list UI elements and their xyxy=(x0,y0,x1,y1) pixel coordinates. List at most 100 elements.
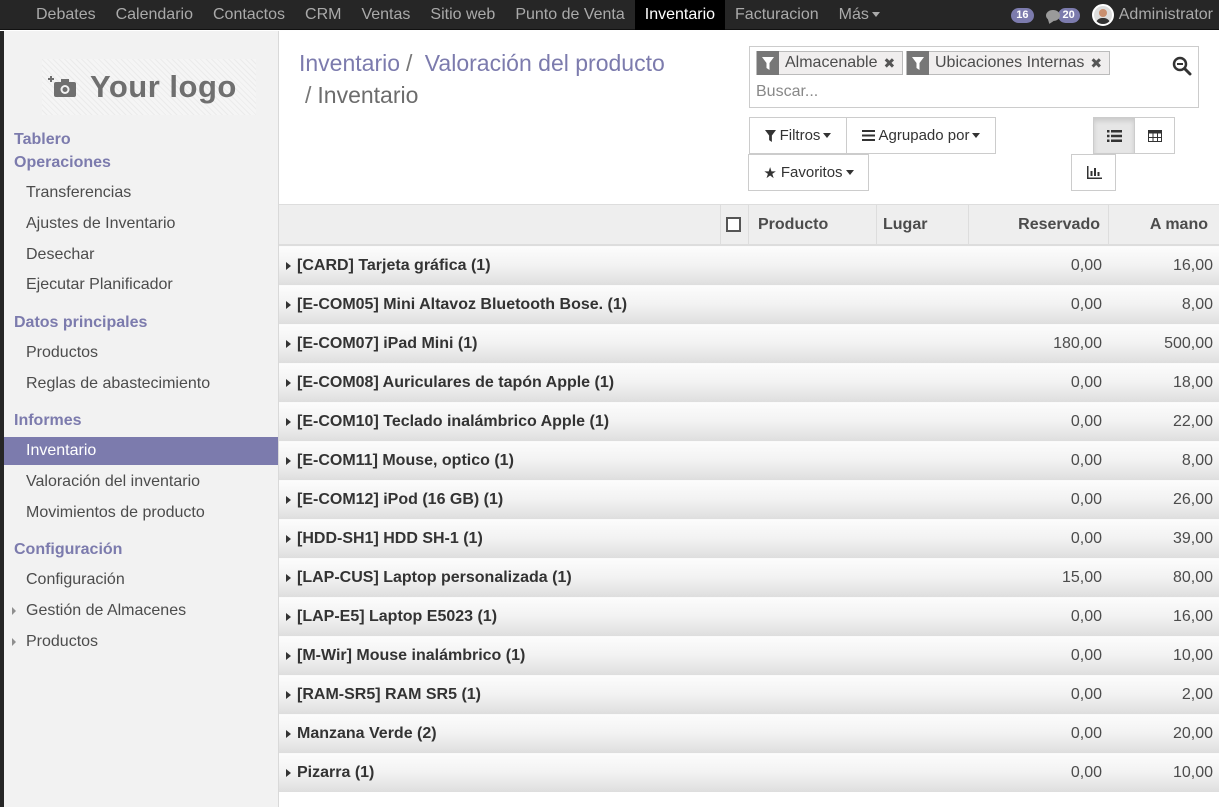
table-row[interactable]: [LAP-CUS] Laptop personalizada (1) 15,00 8… xyxy=(279,558,1219,597)
favorites-button[interactable]: ★ Favoritos xyxy=(748,154,869,191)
pivot-view-button[interactable] xyxy=(1134,117,1175,154)
favorites-label: Favoritos xyxy=(780,164,843,181)
caret-right-icon xyxy=(286,262,291,270)
nav-item-ejecutar-planificador[interactable]: Ejecutar Planificador xyxy=(4,271,278,299)
nav-section-configuracion[interactable]: Configuración xyxy=(14,541,122,559)
star-icon: ★ xyxy=(763,164,777,182)
chevron-right-icon xyxy=(12,607,16,615)
on-hand-value: 26,00 xyxy=(1172,491,1213,508)
menu-ventas[interactable]: Ventas xyxy=(351,0,420,30)
nav-item-transferencias[interactable]: Transferencias xyxy=(4,179,278,207)
nav-item-valoracion-inventario[interactable]: Valoración del inventario xyxy=(4,468,278,496)
nav-section-informes[interactable]: Informes xyxy=(14,412,82,430)
caret-down-icon xyxy=(823,133,832,138)
user-menu[interactable]: Administrator xyxy=(1119,6,1213,24)
reserved-value: 0,00 xyxy=(1070,257,1102,274)
menu-crm[interactable]: CRM xyxy=(295,0,351,30)
table-row[interactable]: [E-COM10] Teclado inalámbrico Apple (1) 0… xyxy=(279,402,1219,441)
reserved-value: 0,00 xyxy=(1070,413,1102,430)
reserved-value: 15,00 xyxy=(1061,569,1102,586)
menu-contactos[interactable]: Contactos xyxy=(203,0,295,30)
breadcrumb-inventario-link[interactable]: Inventario xyxy=(299,50,400,76)
menu-punto-de-venta[interactable]: Punto de Venta xyxy=(505,0,634,30)
top-navbar: Debates Calendario Contactos CRM Ventas … xyxy=(0,0,1219,30)
nav-section-operaciones[interactable]: Operaciones xyxy=(14,154,111,172)
list-icon xyxy=(1106,129,1122,142)
avatar[interactable] xyxy=(1091,4,1114,26)
column-reservado[interactable]: Reservado xyxy=(968,205,1109,245)
nav-item-config-productos[interactable]: Productos xyxy=(4,628,278,656)
messages-button[interactable]: 20 xyxy=(1045,7,1080,23)
nav-item-productos[interactable]: Productos xyxy=(4,339,278,367)
group-name: [LAP-E5] Laptop E5023 (1) xyxy=(297,608,498,625)
company-logo[interactable]: Your logo xyxy=(42,59,256,115)
menu-sitio-web[interactable]: Sitio web xyxy=(420,0,505,30)
filters-button[interactable]: Filtros xyxy=(749,117,847,154)
nav-section-datos[interactable]: Datos principales xyxy=(14,314,147,332)
group-name: [CARD] Tarjeta gráfica (1) xyxy=(297,257,491,274)
search-icon[interactable] xyxy=(1172,56,1192,76)
menu-debates[interactable]: Debates xyxy=(26,0,106,30)
table-row[interactable]: [RAM-SR5] RAM SR5 (1) 0,00 2,00 xyxy=(279,675,1219,714)
activities-button[interactable]: 16 xyxy=(1011,7,1034,23)
caret-right-icon xyxy=(286,535,291,543)
column-lugar[interactable]: Lugar xyxy=(876,205,968,245)
nav-item-inventario[interactable]: Inventario xyxy=(4,437,278,465)
table-row[interactable]: [HDD-SH1] HDD SH-1 (1) 0,00 39,00 xyxy=(279,519,1219,558)
table-row[interactable]: Manzana Verde (2) 0,00 20,00 xyxy=(279,714,1219,753)
caret-right-icon xyxy=(286,457,291,465)
on-hand-value: 2,00 xyxy=(1181,686,1213,703)
facet-label: Ubicaciones Internas xyxy=(935,54,1085,71)
table-row[interactable]: [LAP-E5] Laptop E5023 (1) 0,00 16,00 xyxy=(279,597,1219,636)
caret-right-icon xyxy=(286,301,291,309)
close-icon[interactable]: ✖ xyxy=(884,55,896,72)
table-row[interactable]: [E-COM07] iPad Mini (1) 180,00 500,00 xyxy=(279,324,1219,363)
reserved-value: 0,00 xyxy=(1070,764,1102,781)
group-name: [E-COM08] Auriculares de tapón Apple (1) xyxy=(297,374,615,391)
search-box: Almacenable ✖ Ubicaciones Internas ✖ xyxy=(749,46,1199,108)
nav-item-movimientos-producto[interactable]: Movimientos de producto xyxy=(4,499,278,527)
table-row[interactable]: [E-COM12] iPod (16 GB) (1) 0,00 26,00 xyxy=(279,480,1219,519)
reserved-value: 0,00 xyxy=(1070,725,1102,742)
messages-badge: 20 xyxy=(1057,7,1080,23)
menu-calendario[interactable]: Calendario xyxy=(106,0,203,30)
close-icon[interactable]: ✖ xyxy=(1090,55,1102,72)
on-hand-value: 10,00 xyxy=(1172,764,1213,781)
facet-ubicaciones-internas[interactable]: Ubicaciones Internas ✖ xyxy=(906,51,1110,75)
menu-inventario[interactable]: Inventario xyxy=(634,0,726,30)
group-name: [E-COM07] iPad Mini (1) xyxy=(297,335,478,352)
nav-item-gestion-almacenes[interactable]: Gestión de Almacenes xyxy=(4,597,278,625)
nav-item-ajustes-inventario[interactable]: Ajustes de Inventario xyxy=(4,210,278,238)
graph-view-button[interactable] xyxy=(1071,154,1116,191)
on-hand-value: 500,00 xyxy=(1164,335,1213,352)
breadcrumb-current: Inventario xyxy=(317,82,419,108)
menu-facturacion[interactable]: Facturacion xyxy=(725,0,829,30)
table-row[interactable]: [E-COM11] Mouse, optico (1) 0,00 8,00 xyxy=(279,441,1219,480)
group-by-button[interactable]: Agrupado por xyxy=(846,117,996,154)
nav-item-configuracion[interactable]: Configuración xyxy=(4,566,278,594)
on-hand-value: 8,00 xyxy=(1181,452,1213,469)
select-all-checkbox[interactable] xyxy=(726,217,741,232)
table-row[interactable]: [E-COM05] Mini Altavoz Bluetooth Bose. (… xyxy=(279,285,1219,324)
reserved-value: 180,00 xyxy=(1053,335,1102,352)
nav-item-reglas-abastecimiento[interactable]: Reglas de abastecimiento xyxy=(4,370,278,398)
table-row[interactable]: Pizarra (1) 0,00 10,00 xyxy=(279,753,1219,792)
breadcrumb-line-1: Inventario / Valoración del producto xyxy=(299,47,665,79)
nav-tablero[interactable]: Tablero xyxy=(14,131,71,149)
table-row[interactable]: [E-COM08] Auriculares de tapón Apple (1)… xyxy=(279,363,1219,402)
reserved-value: 0,00 xyxy=(1070,647,1102,664)
reserved-value: 0,00 xyxy=(1070,296,1102,313)
column-a-mano[interactable]: A mano xyxy=(1108,205,1219,245)
menu-mas[interactable]: Más xyxy=(829,0,890,30)
breadcrumb-separator: / xyxy=(305,82,312,108)
breadcrumb-valoracion-link[interactable]: Valoración del producto xyxy=(425,50,665,76)
facet-almacenable[interactable]: Almacenable ✖ xyxy=(756,51,903,75)
filter-icon xyxy=(907,51,929,75)
nav-item-desechar[interactable]: Desechar xyxy=(4,241,278,269)
list-view-button[interactable] xyxy=(1093,117,1135,154)
systray: 16 20 Administrator xyxy=(1011,0,1219,30)
column-producto[interactable]: Producto xyxy=(748,205,876,245)
search-input[interactable] xyxy=(756,81,1156,103)
table-row[interactable]: [CARD] Tarjeta gráfica (1) 0,00 16,00 xyxy=(279,246,1219,285)
table-row[interactable]: [M-Wir] Mouse inalámbrico (1) 0,00 10,00 xyxy=(279,636,1219,675)
